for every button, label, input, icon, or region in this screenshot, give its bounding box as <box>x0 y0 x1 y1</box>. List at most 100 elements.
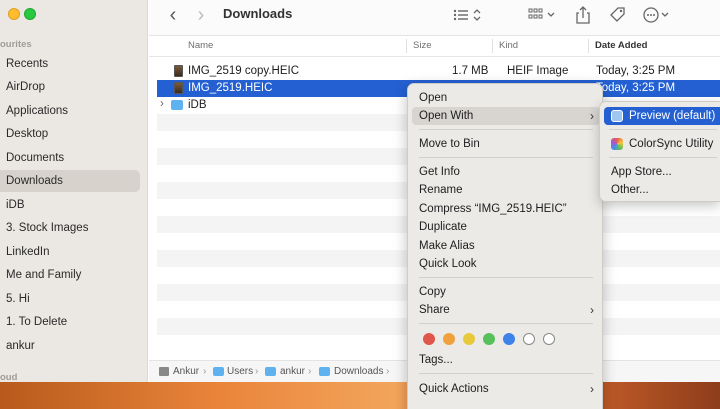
tag-orange-button[interactable] <box>443 333 455 345</box>
chevron-right-icon: › <box>590 303 594 317</box>
submenu-item-label: Preview (default) <box>629 110 716 122</box>
toolbar: ‹ › Downloads <box>149 0 720 36</box>
disk-icon <box>159 367 169 376</box>
sidebar-item-to-delete[interactable]: 1. To Delete <box>0 311 140 333</box>
menu-item-label: Share <box>419 304 450 316</box>
sidebar-item-downloads[interactable]: Downloads <box>0 170 140 192</box>
sidebar-item-label: Me and Family <box>6 269 82 281</box>
forward-button[interactable]: › <box>193 4 209 26</box>
sidebar-item-linkedin[interactable]: LinkedIn <box>0 241 140 263</box>
tag-red-button[interactable] <box>423 333 435 345</box>
sidebar-item-idb[interactable]: iDB <box>0 194 140 216</box>
minimize-button[interactable] <box>8 8 20 20</box>
tag-green-button[interactable] <box>483 333 495 345</box>
menu-item-rename[interactable]: Rename <box>412 181 600 199</box>
ellipsis-circle-icon <box>643 7 669 23</box>
sidebar-item-recents[interactable]: Recents <box>0 53 140 75</box>
path-item[interactable]: Users <box>227 366 253 377</box>
menu-item-copy[interactable]: Copy <box>412 283 600 301</box>
share-icon <box>576 6 590 24</box>
action-button[interactable] <box>641 4 675 26</box>
menu-item-get-info[interactable]: Get Info <box>412 163 600 181</box>
zoom-button[interactable] <box>24 8 36 20</box>
folder-icon <box>213 367 224 376</box>
chevron-right-icon: › <box>590 109 594 123</box>
sidebar-item-label: 3. Stock Images <box>6 222 89 234</box>
sidebar-item-hi[interactable]: 5. Hi <box>0 288 140 310</box>
sidebar-item-label: 5. Hi <box>6 293 30 305</box>
column-divider[interactable] <box>406 39 407 53</box>
menu-separator <box>419 277 593 278</box>
path-separator-icon: › <box>255 366 259 377</box>
menu-item-open[interactable]: Open <box>412 89 600 107</box>
preview-app-icon <box>611 110 623 122</box>
file-row[interactable]: IMG_2519 copy.HEIC 1.7 MB HEIF Image Tod… <box>157 63 720 80</box>
menu-item-duplicate[interactable]: Duplicate <box>412 218 600 236</box>
sidebar-item-me-and-family[interactable]: Me and Family <box>0 264 140 286</box>
chevron-right-icon: › <box>590 382 594 396</box>
menu-item-quick-actions[interactable]: Quick Actions › <box>412 380 600 398</box>
sidebar-item-label: Applications <box>6 105 69 117</box>
menu-item-label: Open With <box>419 110 474 122</box>
column-date-added[interactable]: Date Added <box>595 40 647 51</box>
group-button[interactable] <box>527 4 561 26</box>
submenu-item-colorsync[interactable]: ColorSync Utility <box>604 135 720 153</box>
menu-item-share[interactable]: Share › <box>412 301 600 319</box>
submenu-item-label: ColorSync Utility <box>629 138 714 150</box>
menu-separator <box>609 129 717 130</box>
menu-item-quick-look[interactable]: Quick Look <box>412 255 600 273</box>
menu-separator <box>419 373 593 374</box>
file-date: Today, 3:25 PM <box>596 82 676 94</box>
sidebar-item-label: AirDrop <box>6 81 45 93</box>
file-name: IMG_2519.HEIC <box>188 82 273 94</box>
sidebar-section-favourites: ourites <box>0 39 32 50</box>
submenu-item-preview[interactable]: Preview (default) <box>604 107 720 125</box>
submenu-item-other[interactable]: Other... <box>604 181 720 199</box>
column-divider[interactable] <box>492 39 493 53</box>
sidebar-item-stock-images[interactable]: 3. Stock Images <box>0 217 140 239</box>
sidebar-item-label: iDB <box>6 199 25 211</box>
menu-item-move-to-bin[interactable]: Move to Bin <box>412 135 600 153</box>
list-view-icon <box>453 9 481 21</box>
menu-item-make-alias[interactable]: Make Alias <box>412 237 600 255</box>
home-folder-icon <box>265 367 276 376</box>
view-options-button[interactable] <box>451 4 485 26</box>
sidebar-item-ankur[interactable]: ankur <box>0 335 140 357</box>
colorsync-app-icon <box>611 138 623 150</box>
tag-blue-button[interactable] <box>503 333 515 345</box>
share-button[interactable] <box>573 4 593 26</box>
image-file-icon <box>174 65 183 77</box>
menu-item-open-with[interactable]: Open With › <box>412 107 600 125</box>
path-item[interactable]: Downloads <box>334 366 383 377</box>
path-item[interactable]: Ankur <box>173 366 199 377</box>
tag-button[interactable] <box>607 4 627 26</box>
tag-purple-button[interactable] <box>523 333 535 345</box>
menu-item-compress[interactable]: Compress “IMG_2519.HEIC” <box>412 200 600 218</box>
sidebar-item-label: Recents <box>6 58 49 70</box>
sidebar-item-applications[interactable]: Applications <box>0 100 140 122</box>
sidebar-item-label: Documents <box>6 152 65 164</box>
sidebar-item-airdrop[interactable]: AirDrop <box>0 76 140 98</box>
tag-yellow-button[interactable] <box>463 333 475 345</box>
menu-item-tags[interactable]: Tags... <box>412 351 600 369</box>
column-header: Name Size Kind Date Added <box>149 36 720 57</box>
menu-separator <box>419 129 593 130</box>
column-kind[interactable]: Kind <box>499 40 518 51</box>
sidebar-item-label: LinkedIn <box>6 246 50 258</box>
window-title: Downloads <box>223 6 293 21</box>
sidebar-item-documents[interactable]: Documents <box>0 147 140 169</box>
tag-icon <box>610 7 625 22</box>
grid-icon <box>528 8 555 19</box>
column-divider[interactable] <box>588 39 589 53</box>
sidebar-item-desktop[interactable]: Desktop <box>0 123 140 145</box>
folder-icon <box>171 100 183 110</box>
sidebar: ourites Recents AirDrop Applications Des… <box>0 0 148 382</box>
submenu-item-app-store[interactable]: App Store... <box>604 163 720 181</box>
back-button[interactable]: ‹ <box>165 4 181 26</box>
tag-gray-button[interactable] <box>543 333 555 345</box>
disclosure-chevron-icon[interactable]: › <box>160 98 164 110</box>
path-item[interactable]: ankur <box>280 366 305 377</box>
path-separator-icon: › <box>203 366 207 377</box>
column-name[interactable]: Name <box>188 40 213 51</box>
column-size[interactable]: Size <box>413 40 431 51</box>
